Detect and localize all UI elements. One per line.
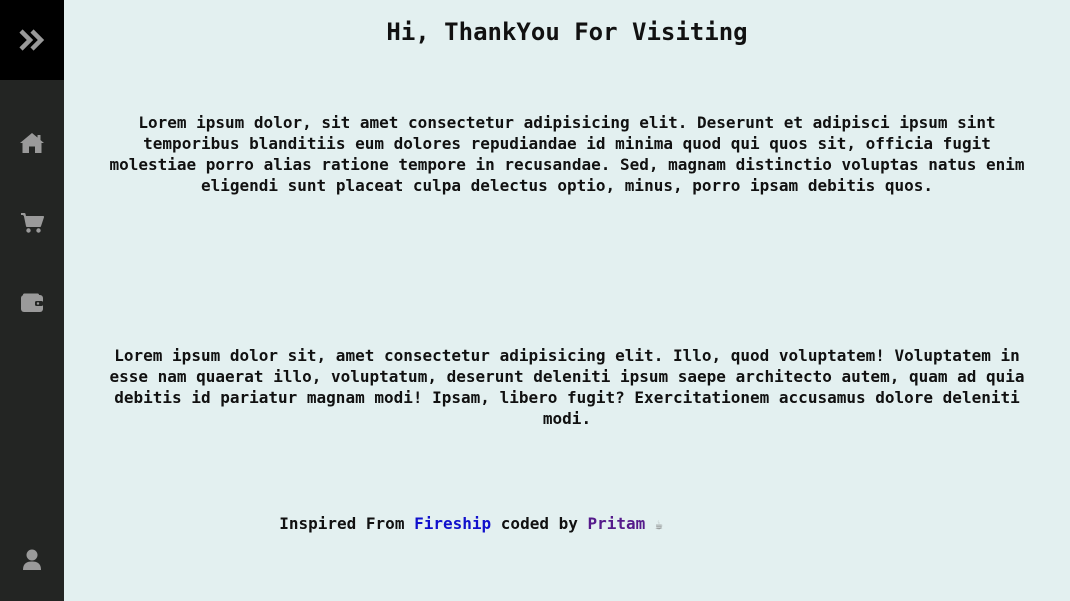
intro-paragraph: Lorem ipsum dolor, sit amet consectetur … [109,113,1025,195]
second-paragraph: Lorem ipsum dolor sit, amet consectetur … [109,346,1025,428]
coffee-icon: ☕ [654,518,663,533]
fireship-link[interactable]: Fireship [414,514,491,533]
sidebar-item-cart[interactable] [0,193,64,253]
user-icon [22,549,42,571]
wallet-icon [20,293,44,313]
sidebar-item-wallet[interactable] [0,273,64,333]
pritam-link[interactable]: Pritam [588,514,646,533]
sidebar-item-profile[interactable] [0,530,64,590]
sidebar [0,0,64,601]
page-title: Hi, ThankYou For Visiting [386,18,748,46]
sidebar-item-home[interactable] [0,113,64,173]
main-content: Hi, ThankYou For Visiting Lorem ipsum do… [64,0,1070,601]
double-chevron-right-icon [18,28,46,52]
footer: Inspired From Fireship coded by Pritam ☕ [0,513,1006,537]
sidebar-toggle-button[interactable] [0,0,64,80]
footer-middle-text: coded by [500,514,578,533]
footer-prefix-text: Inspired From [279,514,405,533]
cart-icon [20,212,44,234]
home-icon [19,132,45,154]
